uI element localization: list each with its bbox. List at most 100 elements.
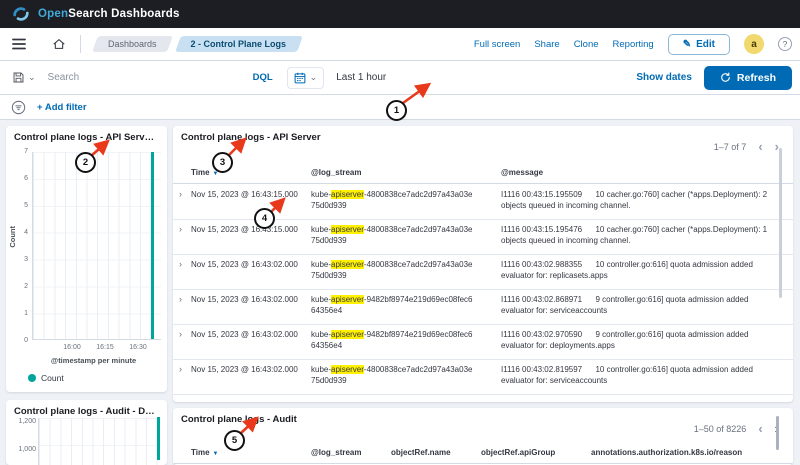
column-header-time[interactable]: Time▼ xyxy=(191,448,311,457)
x-tick-label: 16:00 xyxy=(63,344,81,351)
expand-row-icon[interactable]: › xyxy=(179,295,191,304)
search-highlight: apiserver xyxy=(331,190,364,199)
pagination: 1–7 of 7 ‹ › xyxy=(714,140,779,153)
table-row: ›Nov 15, 2023 @ 16:43:02.000kube-apiserv… xyxy=(173,255,793,290)
y-tick-label: 7 xyxy=(24,148,28,155)
search-highlight: apiserver xyxy=(331,260,364,269)
expand-row-icon[interactable]: › xyxy=(179,260,191,269)
annotation-badge-5: 5 xyxy=(224,430,245,451)
y-tick-label: 4 xyxy=(24,229,28,236)
table-row: ›Nov 15, 2023 @ 16:43:02.000kube-apiserv… xyxy=(173,290,793,325)
add-filter-button[interactable]: + Add filter xyxy=(37,102,87,113)
cell-log-stream: kube-apiserver-9482bf8974e219d69ec08fec6… xyxy=(311,330,501,351)
cell-time: Nov 15, 2023 @ 16:43:02.000 xyxy=(191,330,311,341)
panel-title: Control plane logs - Audit - Date ... xyxy=(14,406,159,417)
chevron-left-icon[interactable]: ‹ xyxy=(758,422,762,435)
cell-message: I1116 00:43:15.195509 10 cacher.go:760] … xyxy=(501,190,793,211)
refresh-icon xyxy=(720,72,731,83)
y-tick-label: 0 xyxy=(24,337,28,344)
edit-button[interactable]: ✎ Edit xyxy=(668,34,730,55)
search-highlight: apiserver xyxy=(331,365,364,374)
pagination-range: 1–50 of 8226 xyxy=(694,424,747,434)
query-bar: ⌄ DQL ⌄ Last 1 hour Show dates Refresh xyxy=(0,61,800,95)
y-tick-label: 3 xyxy=(24,256,28,263)
chevron-down-icon: ⌄ xyxy=(310,73,318,82)
cell-log-stream: kube-apiserver-4800838ce7adc2d97a43a03e7… xyxy=(311,190,501,211)
divider xyxy=(80,35,81,53)
share-link[interactable]: Share xyxy=(534,39,559,50)
reporting-link[interactable]: Reporting xyxy=(613,39,654,50)
date-quick-select-button[interactable]: ⌄ xyxy=(287,67,325,89)
audit-chart-plot xyxy=(38,418,161,465)
y-tick-label: 6 xyxy=(24,175,28,182)
cell-time: Nov 15, 2023 @ 16:43:02.000 xyxy=(191,295,311,306)
calendar-icon xyxy=(294,72,306,84)
saved-query-menu-button[interactable]: ⌄ xyxy=(8,69,40,86)
filter-icon[interactable] xyxy=(10,99,27,116)
refresh-button[interactable]: Refresh xyxy=(704,66,792,90)
help-icon[interactable]: ? xyxy=(778,37,792,51)
sort-desc-icon[interactable]: ▼ xyxy=(213,451,219,457)
pencil-icon: ✎ xyxy=(683,39,691,50)
panel-audit-chart: Control plane logs - Audit - Date ... 1,… xyxy=(6,400,167,465)
full-screen-link[interactable]: Full screen xyxy=(474,39,520,50)
table-header: Time▼ @log_stream objectRef.name objectR… xyxy=(173,448,793,464)
y-tick-label: 5 xyxy=(24,202,28,209)
chevron-down-icon: ⌄ xyxy=(28,73,36,82)
table-row: ›Nov 15, 2023 @ 16:43:02.000kube-apiserv… xyxy=(173,325,793,360)
x-tick-label: 16:30 xyxy=(129,344,147,351)
show-dates-link[interactable]: Show dates xyxy=(636,72,692,83)
expand-row-icon[interactable]: › xyxy=(179,190,191,199)
column-header-log-stream: @log_stream xyxy=(311,168,501,177)
cell-message: I1116 00:43:02.988355 10 controller.go:6… xyxy=(501,260,793,281)
x-tick-label: 16:15 xyxy=(96,344,114,351)
cell-log-stream: kube-apiserver-9482bf8974e219d69ec08fec6… xyxy=(311,295,501,316)
annotation-badge-1: 1 xyxy=(386,100,407,121)
menu-icon[interactable] xyxy=(8,33,30,55)
cell-log-stream: kube-apiserver-4800838ce7adc2d97a43a03e7… xyxy=(311,260,501,281)
home-icon[interactable] xyxy=(48,33,70,55)
save-icon xyxy=(12,71,25,84)
time-range-value[interactable]: Last 1 hour xyxy=(336,72,386,83)
column-header-message: @message xyxy=(501,168,793,177)
column-header-objectref-apigroup: objectRef.apiGroup xyxy=(481,448,591,457)
search-highlight: apiserver xyxy=(331,225,364,234)
annotation-badge-4: 4 xyxy=(254,208,275,229)
cell-time: Nov 15, 2023 @ 16:43:15.000 xyxy=(191,190,311,201)
search-input[interactable] xyxy=(48,72,243,83)
column-header-time[interactable]: Time▼ xyxy=(191,168,311,177)
expand-row-icon[interactable]: › xyxy=(179,330,191,339)
search-highlight: apiserver xyxy=(331,330,364,339)
avatar[interactable]: a xyxy=(744,34,764,54)
column-header-annotations-reason: annotations.authorization.k8s.io/reason xyxy=(591,448,793,457)
navbar: Dashboards 2 - Control Plane Logs Full s… xyxy=(0,28,800,61)
legend-count[interactable]: Count xyxy=(28,373,64,383)
clone-link[interactable]: Clone xyxy=(574,39,599,50)
topbar: OpenSearch Dashboards xyxy=(0,0,800,28)
scrollbar[interactable] xyxy=(779,148,782,298)
expand-row-icon[interactable]: › xyxy=(179,225,191,234)
api-chart-yticks: 76543210 xyxy=(6,148,28,344)
column-header-objectref-name: objectRef.name xyxy=(391,448,481,457)
panel-api-server-table: Control plane logs - API Server 1–7 of 7… xyxy=(173,126,793,402)
cell-log-stream: kube-apiserver-4800838ce7adc2d97a43a03e7… xyxy=(311,225,501,246)
expand-row-icon[interactable]: › xyxy=(179,365,191,374)
cell-message: I1116 00:43:15.195476 10 cacher.go:760] … xyxy=(501,225,793,246)
panel-title: Control plane logs - API Server xyxy=(181,132,785,143)
table-header: Time▼ @log_stream @message xyxy=(173,168,793,184)
annotation-badge-3: 3 xyxy=(212,152,233,173)
opensearch-logo-icon xyxy=(10,3,32,25)
annotation-badge-2: 2 xyxy=(75,152,96,173)
api-chart-plot xyxy=(32,152,161,340)
bar-series-count xyxy=(151,152,154,339)
cell-log-stream: kube-apiserver-4800838ce7adc2d97a43a03e7… xyxy=(311,365,501,386)
breadcrumb-dashboards[interactable]: Dashboards xyxy=(95,36,170,52)
search-highlight: apiserver xyxy=(331,295,364,304)
column-header-log-stream: @log_stream xyxy=(311,448,391,457)
chevron-left-icon[interactable]: ‹ xyxy=(758,140,762,153)
dql-button[interactable]: DQL xyxy=(253,72,273,83)
scrollbar[interactable] xyxy=(776,416,779,450)
y-tick-label: 1,000 xyxy=(8,446,36,453)
cell-message: I1116 00:43:02.868971 9 controller.go:61… xyxy=(501,295,793,316)
breadcrumb-current-dashboard: 2 - Control Plane Logs xyxy=(178,36,300,52)
